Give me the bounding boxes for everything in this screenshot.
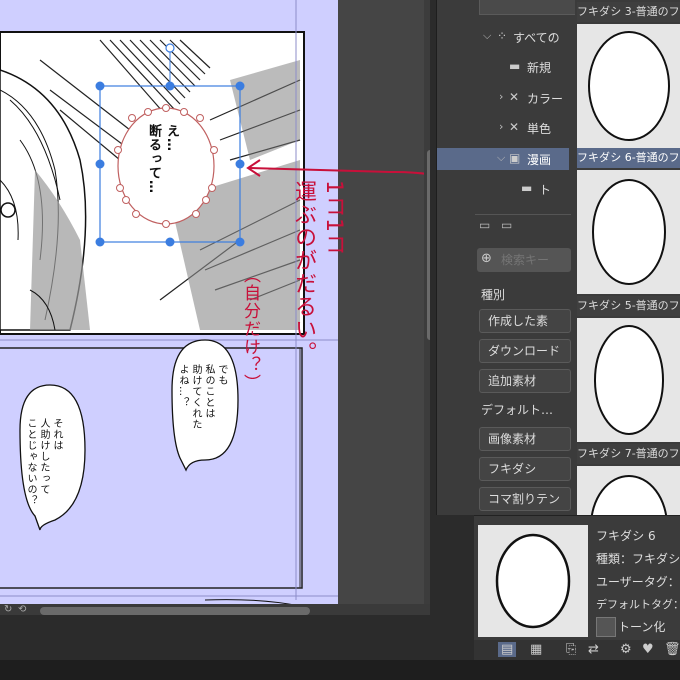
thumbnail-label-selected[interactable]: フキダシ 6-普通のフ [577,148,680,168]
thumbnail-balloon-3[interactable] [577,24,680,148]
thumbnail-label[interactable]: フキダシ 5-普通のフ [577,296,680,316]
search-box[interactable]: ⊕ [477,248,573,272]
canvas-horizontal-scrollbar[interactable]: ↻ ⟲ [0,604,430,615]
material-detail-panel: フキダシ 6 種類：フキダシ ユーザータグ： デフォルトタグ：フキ トーン化 ▤… [474,515,680,661]
new-folder-icon[interactable]: ▭ [479,218,490,232]
category-downloaded[interactable]: ダウンロード [479,339,571,363]
trash-icon[interactable]: 🗑 [664,642,680,657]
category-label-kind: 種別 [481,288,506,302]
material-palette: ⌵ ⁘ すべての ▬ 新規 › ✕ カラー › ✕ 単色 ⌵ ▣ 漫画 ▬ ト ▭ ▭ … [436,0,680,515]
rotate-reset-icon[interactable]: ⟲ [18,604,26,615]
material-toolbar-button[interactable] [479,0,577,15]
category-added[interactable]: 追加素材 [479,369,571,393]
tree-action-bar: ▭ ▭ [475,214,571,237]
detail-preview [478,525,588,637]
detail-type: 種類：フキダシ [596,552,680,566]
canvas-vertical-scrollbar[interactable] [424,0,430,604]
bubble-text-main[interactable]: え… 断るって… [144,124,180,224]
category-image[interactable]: 画像素材 [479,427,571,451]
tree-item-new[interactable]: ▬ 新規 [437,56,569,78]
canvas-area[interactable]: え… 断るって… でも 私のことは 助けてくれた よね…？ それは 人助けしたっ… [0,0,430,615]
category-balloon[interactable]: フキダシ [479,457,571,481]
folder-icon: ▬ [509,59,521,73]
detail-user-tag: ユーザータグ： [596,575,680,589]
detail-toolbar: ▤ ▦ ⎘ ⇄ ⚙ ♥ 🗑 [474,640,680,661]
folder-icon: ▬ [521,181,533,195]
tone-label: トーン化 [618,620,666,634]
search-input[interactable] [499,250,573,270]
thumbnail-balloon-6[interactable] [577,170,680,294]
category-frame[interactable]: コマ割りテン [479,487,571,511]
tree-item-manga[interactable]: ⌵ ▣ 漫画 [437,148,569,170]
annotation-main-text: 1コ1コ 運ぶのがだるい。 [291,180,346,364]
tree-item-color[interactable]: › ✕ カラー [437,87,569,109]
material-thumbnail-list: フキダシ 3-普通のフ フキダシ 6-普通のフ フキダシ 5-普通のフ フキダシ… [575,0,680,515]
search-icon: ⊕ [481,251,492,266]
bubble-text-right[interactable]: でも 私のことは 助けてくれた よね…？ [176,364,228,454]
paste-icon[interactable]: ⎘ [566,642,576,657]
tree-item-all[interactable]: ⌵ ⁘ すべての [437,26,569,48]
tree-item-tone[interactable]: ▬ ト [437,178,569,200]
annotation-side-text: （自分だけ？） [240,266,260,392]
grid-icon: ⁘ [497,29,508,43]
detail-default-tag: デフォルトタグ：フキ [596,598,680,611]
replace-icon[interactable]: ⇄ [588,642,599,657]
category-created[interactable]: 作成した素 [479,309,571,333]
taskbar [0,660,680,680]
list-view-icon[interactable]: ▤ [498,642,517,657]
tile-view-icon[interactable]: ▦ [530,642,542,657]
settings-icon[interactable]: ⚙ [620,642,632,657]
detail-name: フキダシ 6 [596,529,656,543]
thumbnail-balloon-5[interactable] [577,318,680,442]
rotate-icon[interactable]: ↻ [4,604,12,615]
thumbnail-label[interactable]: フキダシ 7-普通のフ [577,444,680,464]
thumbnail-balloon-7[interactable] [577,466,680,515]
bubble-text-left[interactable]: それは 人助けしたって ことじゃないの？ [24,418,63,518]
cross-icon: ✕ [509,90,520,104]
tone-checkbox[interactable] [596,617,616,637]
tag-icon[interactable]: ▭ [501,218,512,232]
cross-icon: ✕ [509,120,520,134]
thumbnail-label[interactable]: フキダシ 3-普通のフ [577,2,680,22]
category-label-default[interactable]: デフォルト… [481,401,553,418]
heart-icon[interactable]: ♥ [642,642,654,657]
frame-icon: ▣ [509,151,521,165]
tree-item-mono[interactable]: › ✕ 単色 [437,117,569,139]
